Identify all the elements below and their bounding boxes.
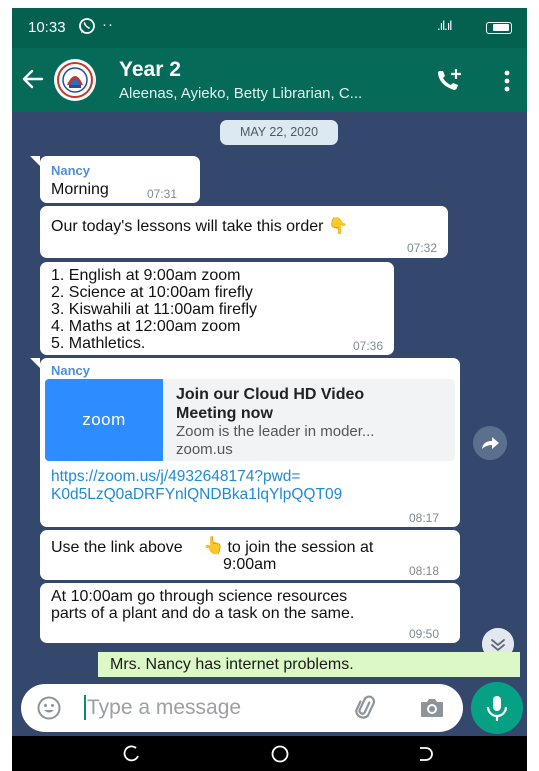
message-time: 07:32 [407,241,438,255]
bubble-tail [30,156,40,166]
back-nav-icon[interactable] [122,744,142,764]
zoom-logo: zoom [45,379,163,461]
signal-icon: .ıl.ıl [437,18,452,33]
chat-title: Year 2 [119,58,181,81]
text-caret [84,695,86,720]
message-time: 07:36 [353,339,384,353]
status-more-dots: ·· [102,16,114,33]
message-time: 08:18 [409,564,440,578]
quoted-message[interactable]: Mrs. Nancy has internet problems. [98,652,520,677]
message-list[interactable]: MAY 22, 2020 Nancy Morning 07:31 Our tod… [12,112,527,681]
message-time: 08:17 [409,511,440,525]
message-text-end: to join the session at 9:00am [223,539,374,573]
status-time: 10:33 [28,19,66,36]
message-sender: Nancy [51,363,91,378]
forward-icon[interactable] [473,426,507,460]
message-time: 07:31 [147,187,178,201]
recents-nav-icon[interactable] [415,744,435,764]
link-preview-title: Join our Cloud HD Video Meeting now [176,386,365,422]
message-text: At 10:00am go through science resources … [51,588,355,622]
emoji-icon[interactable] [37,696,61,720]
message-input-container[interactable] [21,684,463,732]
camera-icon[interactable] [419,696,445,720]
system-nav-bar [12,736,527,771]
date-divider: MAY 22, 2020 [220,120,338,145]
message-input[interactable] [87,692,327,724]
battery-icon [486,22,512,34]
add-call-icon[interactable] [436,68,464,92]
bubble-tail [30,358,40,368]
message-bubble[interactable]: Nancy Morning 07:31 [40,156,200,203]
attach-icon[interactable] [353,695,379,721]
status-bar: 10:33 ·· .ıl.ıl [12,8,527,48]
pointing-up-emoji: 👆 [203,536,225,555]
mic-icon[interactable] [471,682,523,734]
message-text: Our today's lessons will take this order… [51,218,348,235]
home-nav-icon[interactable] [270,744,290,764]
link-preview-description: Zoom is the leader in moder... [176,423,375,440]
more-options-icon[interactable] [504,70,510,92]
message-text: 1. English at 9:00am zoom 2. Science at … [51,267,258,352]
message-time: 09:50 [409,627,440,641]
message-bubble[interactable]: At 10:00am go through science resources … [40,583,460,643]
back-arrow-icon[interactable] [20,66,46,92]
message-bubble[interactable]: 1. English at 9:00am zoom 2. Science at … [40,262,394,355]
chat-header[interactable]: Year 2 Aleenas, Ayieko, Betty Librarian,… [12,48,527,112]
compose-bar [12,681,527,736]
link-preview-card[interactable]: zoom Join our Cloud HD Video Meeting now… [45,379,455,461]
message-bubble[interactable]: Use the link above 👆 to join the session… [40,530,460,580]
group-avatar[interactable] [54,59,96,101]
whatsapp-icon [79,18,95,34]
phone-screen: 10:33 ·· .ıl.ıl Year 2 Aleenas, Ayieko, … [12,8,527,771]
chat-members: Aleenas, Ayieko, Betty Librarian, C... [119,85,363,102]
message-bubble[interactable]: Nancy zoom Join our Cloud HD Video Meeti… [40,358,460,527]
message-bubble[interactable]: Our today's lessons will take this order… [40,206,448,258]
message-link[interactable]: https://zoom.us/j/4932648174?pwd= K0d5Lz… [51,468,342,504]
message-sender: Nancy [51,163,91,178]
link-preview-domain: zoom.us [176,441,233,458]
message-text: Morning [51,181,109,198]
message-text-start: Use the link above [51,539,183,556]
